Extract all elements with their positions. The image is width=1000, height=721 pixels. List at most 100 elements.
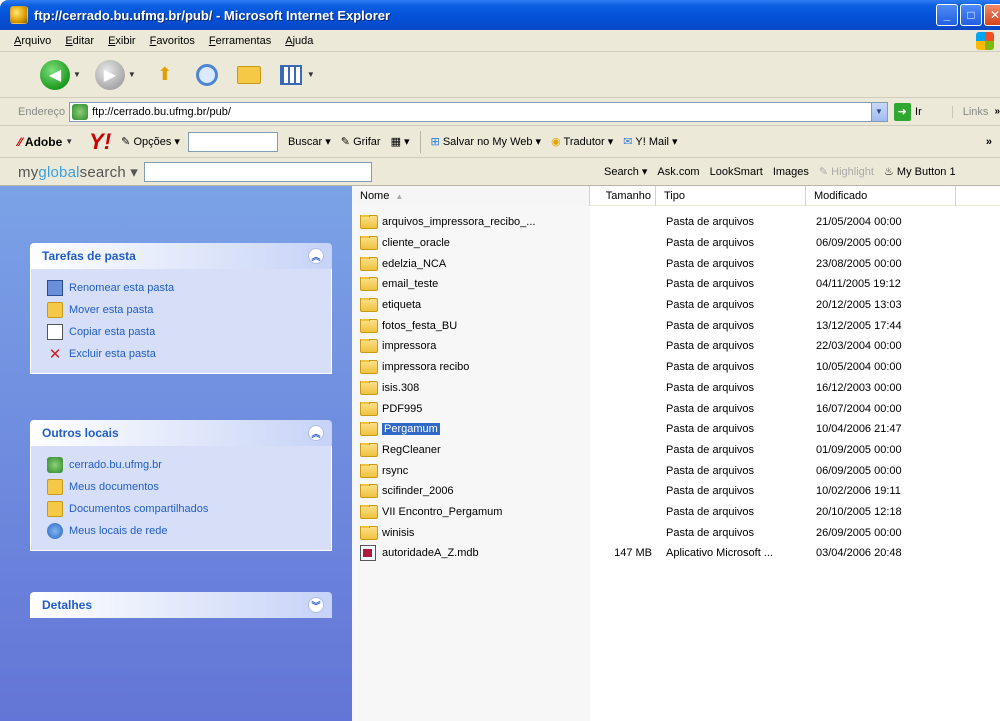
collapse-icon[interactable]: ︽ xyxy=(308,425,324,441)
file-name-cell[interactable]: rsync xyxy=(352,463,590,478)
file-name[interactable]: PDF995 xyxy=(382,403,422,415)
forward-dropdown-icon[interactable]: ▼ xyxy=(128,70,136,79)
views-dropdown-icon[interactable]: ▼ xyxy=(307,70,315,79)
yahoo-more-icon[interactable]: » xyxy=(986,136,992,148)
highlight-button[interactable]: ✎ Highlight xyxy=(819,165,874,178)
delete-folder-link[interactable]: ✕ Excluir esta pasta xyxy=(47,343,321,365)
place-my-documents-link[interactable]: Meus documentos xyxy=(47,476,321,498)
looksmart-link[interactable]: LookSmart xyxy=(710,166,763,178)
file-name-cell[interactable]: cliente_oracle xyxy=(352,236,590,251)
up-folder-icon[interactable]: ⬆ xyxy=(152,62,178,88)
file-name[interactable]: rsync xyxy=(382,465,408,477)
file-name[interactable]: fotos_festa_BU xyxy=(382,320,457,332)
address-dropdown-icon[interactable]: ▼ xyxy=(870,102,887,121)
menu-ferramentas[interactable]: Ferramentas xyxy=(209,35,271,47)
images-link[interactable]: Images xyxy=(773,166,809,178)
column-name-header[interactable]: Nome ▲ xyxy=(352,186,590,206)
askcom-link[interactable]: Ask.com xyxy=(657,166,699,178)
menu-ajuda[interactable]: Ajuda xyxy=(285,35,313,47)
collapse-icon[interactable]: ︽ xyxy=(308,248,324,264)
file-name-cell[interactable]: edelzia_NCA xyxy=(352,256,590,271)
file-name[interactable]: Pergamum xyxy=(382,423,440,436)
file-row[interactable]: scifinder_2006 Pasta de arquivos 10/02/200… xyxy=(352,481,1000,502)
file-name-cell[interactable]: RegCleaner xyxy=(352,442,590,457)
file-name[interactable]: scifinder_2006 xyxy=(382,485,454,497)
column-type-header[interactable]: Tipo xyxy=(656,186,806,206)
menu-favoritos[interactable]: Favoritos xyxy=(150,35,195,47)
file-name[interactable]: autoridadeA_Z.mdb xyxy=(382,547,479,559)
file-row[interactable]: impressora Pasta de arquivos 22/03/2004 00… xyxy=(352,336,1000,357)
file-name-cell[interactable]: email_teste xyxy=(352,277,590,292)
file-name[interactable]: arquivos_impressora_recibo_... xyxy=(382,216,535,228)
back-button[interactable]: ◀ xyxy=(40,59,70,90)
links-more-icon[interactable]: » xyxy=(994,106,1000,117)
file-row[interactable]: winisis Pasta de arquivos 26/09/2005 00:00 xyxy=(352,522,1000,543)
file-name-cell[interactable]: Pergamum xyxy=(352,422,590,437)
go-button[interactable]: Ir xyxy=(915,106,922,118)
file-row[interactable]: rsync Pasta de arquivos 06/09/2005 00:00 xyxy=(352,460,1000,481)
search-dropdown-button[interactable]: Search ▾ xyxy=(604,165,647,178)
file-name-cell[interactable]: isis.308 xyxy=(352,380,590,395)
file-name[interactable]: winisis xyxy=(382,527,414,539)
address-value[interactable]: ftp://cerrado.bu.ufmg.br/pub/ xyxy=(92,106,231,118)
move-folder-link[interactable]: Mover esta pasta xyxy=(47,299,321,321)
rename-folder-link[interactable]: Renomear esta pasta xyxy=(47,277,321,299)
my-button-1[interactable]: ♨ My Button 1 xyxy=(884,165,956,178)
file-row[interactable]: edelzia_NCA Pasta de arquivos 23/08/2005 0… xyxy=(352,253,1000,274)
menu-exibir[interactable]: Exibir xyxy=(108,35,136,47)
file-name-cell[interactable]: autoridadeA_Z.mdb xyxy=(352,545,590,562)
folder-tasks-header[interactable]: Tarefas de pasta ︽ xyxy=(30,243,332,269)
yahoo-logo-icon[interactable]: Y! xyxy=(89,129,111,155)
myglobalsearch-logo[interactable]: myglobalsearch ▾ xyxy=(18,163,138,181)
file-name[interactable]: etiqueta xyxy=(382,299,421,311)
expand-icon[interactable]: ︾ xyxy=(308,597,324,613)
forward-button[interactable]: ▶ xyxy=(94,59,125,90)
close-button[interactable]: ✕ xyxy=(984,4,1000,26)
file-name-cell[interactable]: etiqueta xyxy=(352,298,590,313)
file-row[interactable]: VII Encontro_Pergamum Pasta de arquivos 20… xyxy=(352,502,1000,523)
yahoo-search-input[interactable] xyxy=(187,131,278,152)
address-field[interactable]: ftp://cerrado.bu.ufmg.br/pub/ ▼ xyxy=(69,101,888,122)
file-name-cell[interactable]: impressora xyxy=(352,339,590,354)
folders-button[interactable] xyxy=(236,62,262,88)
tradutor-button[interactable]: ◉ Tradutor ▾ xyxy=(551,135,613,148)
file-row[interactable]: autoridadeA_Z.mdb 147 MB Aplicativo Micros… xyxy=(352,543,1000,564)
go-arrow-icon[interactable]: ➜ xyxy=(893,102,912,121)
file-row[interactable]: impressora recibo Pasta de arquivos 10/05/… xyxy=(352,357,1000,378)
file-name-cell[interactable]: arquivos_impressora_recibo_... xyxy=(352,215,590,230)
file-name[interactable]: cliente_oracle xyxy=(382,237,450,249)
copy-folder-link[interactable]: Copiar esta pasta xyxy=(47,321,321,343)
other-places-header[interactable]: Outros locais ︽ xyxy=(30,420,332,446)
file-name[interactable]: edelzia_NCA xyxy=(382,258,446,270)
file-name[interactable]: VII Encontro_Pergamum xyxy=(382,506,502,518)
file-row[interactable]: Pergamum Pasta de arquivos 10/04/2006 21:4… xyxy=(352,419,1000,440)
menu-editar[interactable]: Editar xyxy=(65,35,94,47)
details-header[interactable]: Detalhes ︾ xyxy=(30,592,332,618)
place-network-link[interactable]: Meus locais de rede xyxy=(47,520,321,542)
mail-button[interactable]: ✉ Y! Mail ▾ xyxy=(623,135,677,148)
file-row[interactable]: isis.308 Pasta de arquivos 16/12/2003 00:0… xyxy=(352,378,1000,399)
myglobalsearch-input[interactable] xyxy=(143,161,372,182)
file-name-cell[interactable]: scifinder_2006 xyxy=(352,484,590,499)
place-ftp-link[interactable]: cerrado.bu.ufmg.br xyxy=(47,454,321,476)
links-label[interactable]: Links xyxy=(951,105,988,118)
grifar-button[interactable]: ✎ Grifar xyxy=(341,135,381,148)
file-name[interactable]: impressora recibo xyxy=(382,361,469,373)
layout-icon[interactable]: ▦ ▾ xyxy=(391,135,410,148)
back-dropdown-icon[interactable]: ▼ xyxy=(73,70,81,79)
buscar-button[interactable]: Buscar ▾ xyxy=(288,135,331,148)
salvar-button[interactable]: ⊞ Salvar no My Web ▾ xyxy=(431,135,542,148)
file-row[interactable]: arquivos_impressora_recibo_... Pasta de a… xyxy=(352,212,1000,233)
column-size-header[interactable]: Tamanho xyxy=(590,186,656,206)
file-name-cell[interactable]: impressora recibo xyxy=(352,360,590,375)
file-row[interactable]: PDF995 Pasta de arquivos 16/07/2004 00:00 xyxy=(352,398,1000,419)
minimize-button[interactable]: _ xyxy=(936,4,958,26)
file-row[interactable]: RegCleaner Pasta de arquivos 01/09/2005 00… xyxy=(352,440,1000,461)
adobe-button[interactable]: ⁄⁄ Adobe xyxy=(18,135,62,149)
maximize-button[interactable]: □ xyxy=(960,4,982,26)
file-name-cell[interactable]: fotos_festa_BU xyxy=(352,318,590,333)
file-name[interactable]: RegCleaner xyxy=(382,444,441,456)
file-name[interactable]: email_teste xyxy=(382,278,438,290)
file-name-cell[interactable]: VII Encontro_Pergamum xyxy=(352,504,590,519)
options-button[interactable]: ✎ Opções ▾ xyxy=(121,135,180,148)
